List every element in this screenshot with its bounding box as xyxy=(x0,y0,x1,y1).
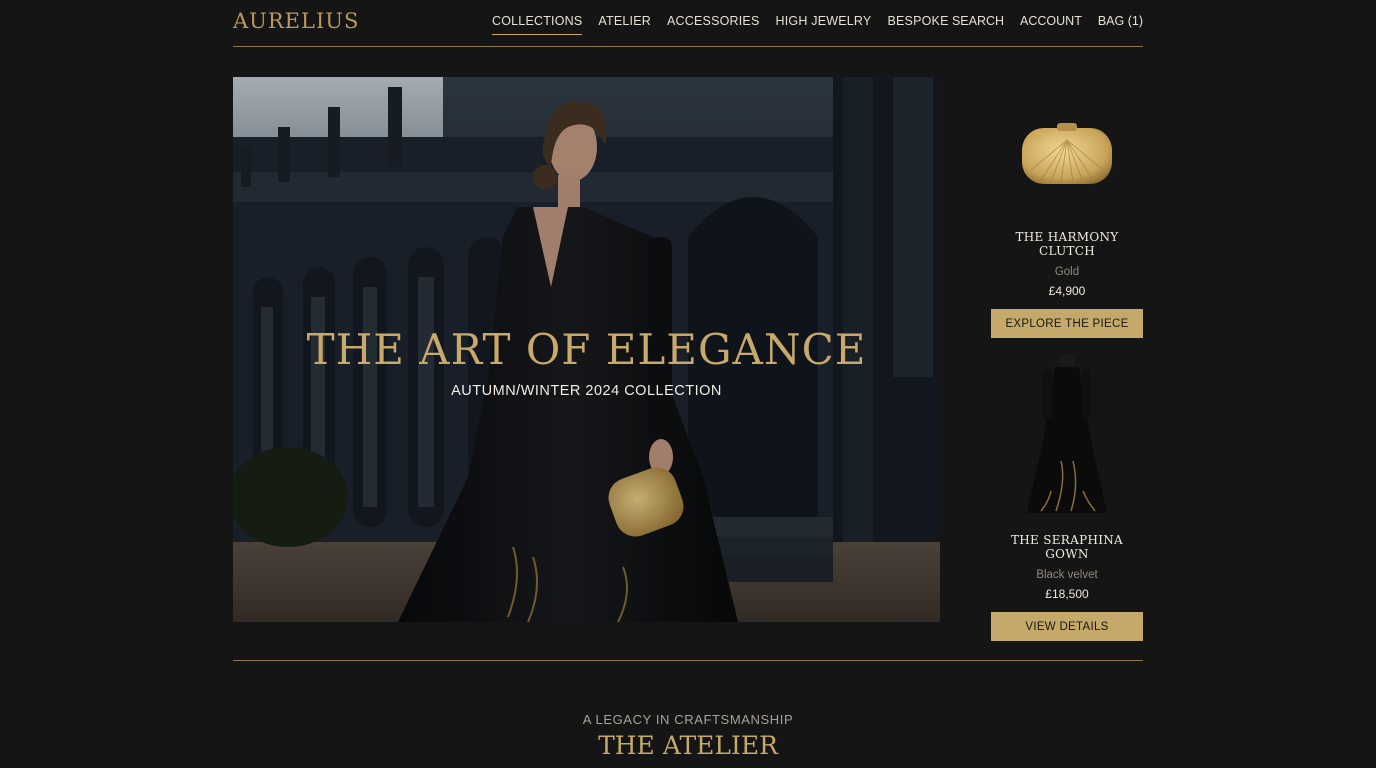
product-image-clutch[interactable] xyxy=(991,100,1143,220)
utility-nav: SEARCH ACCOUNT BAG (1) xyxy=(952,14,1143,28)
view-details-button[interactable]: VIEW DETAILS xyxy=(991,612,1143,641)
bag-link[interactable]: BAG (1) xyxy=(1098,14,1143,28)
explore-piece-button[interactable]: EXPLORE THE PIECE xyxy=(991,309,1143,338)
product-variant: Black velvet xyxy=(1036,569,1098,581)
nav-atelier[interactable]: ATELIER xyxy=(598,14,651,35)
product-variant: Gold xyxy=(1054,266,1080,278)
gown-image xyxy=(1027,354,1107,513)
hero-title: THE ART OF ELEGANCE xyxy=(306,325,867,374)
clutch-image xyxy=(1022,123,1112,184)
search-link[interactable]: SEARCH xyxy=(952,14,1004,28)
nav-high-jewelry[interactable]: HIGH JEWELRY xyxy=(776,14,872,35)
main-nav: COLLECTIONS ATELIER ACCESSORIES HIGH JEW… xyxy=(492,14,949,35)
page: AURELIUS COLLECTIONS ATELIER ACCESSORIES… xyxy=(0,0,1376,768)
site-header: AURELIUS COLLECTIONS ATELIER ACCESSORIES… xyxy=(233,0,1143,47)
product-card-harmony-clutch: THE HARMONY CLUTCH Gold £4,900 EXPLORE T… xyxy=(991,100,1143,338)
atelier-eyebrow: A LEGACY IN CRAFTSMANSHIP xyxy=(582,712,794,727)
product-price: £18,500 xyxy=(1045,587,1089,601)
atelier-title: THE ATELIER xyxy=(598,731,778,760)
product-price: £4,900 xyxy=(1048,284,1086,298)
brand-logo[interactable]: AURELIUS xyxy=(233,9,359,33)
product-name: THE HARMONY CLUTCH xyxy=(1015,230,1119,258)
hero-banner[interactable]: THE ART OF ELEGANCE AUTUMN/WINTER 2024 C… xyxy=(233,77,940,622)
product-name: THE SERAPHINA GOWN xyxy=(1010,533,1124,561)
account-link[interactable]: ACCOUNT xyxy=(1020,14,1082,28)
nav-bespoke[interactable]: BESPOKE xyxy=(887,14,948,35)
section-divider xyxy=(233,660,1143,661)
hero-subtitle: AUTUMN/WINTER 2024 COLLECTION xyxy=(451,383,722,399)
product-image-gown[interactable] xyxy=(991,351,1143,523)
nav-accessories[interactable]: ACCESSORIES xyxy=(667,14,760,35)
nav-collections[interactable]: COLLECTIONS xyxy=(492,14,583,35)
product-card-seraphina-gown: THE SERAPHINA GOWN Black velvet £18,500 … xyxy=(991,354,1143,641)
